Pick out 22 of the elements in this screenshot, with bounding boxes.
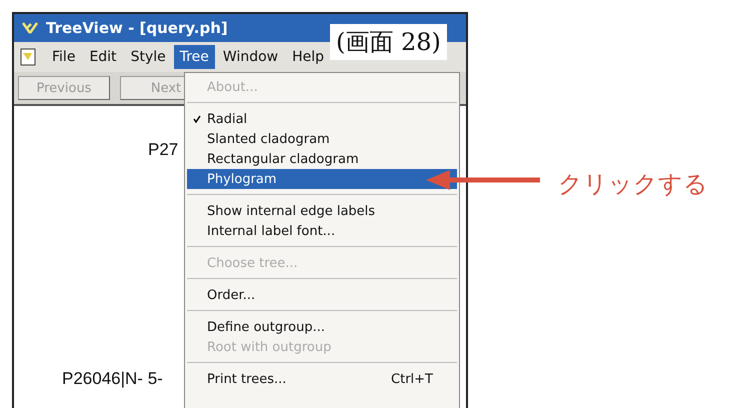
menu-item[interactable]: File [46,45,82,69]
document-icon[interactable] [20,48,36,66]
menu-item[interactable]: Window [216,45,284,69]
menu-option[interactable]: Show internal edge labels [187,201,457,221]
menu-option[interactable]: Phylogram [187,169,457,189]
menu-option[interactable]: Define outgroup... [187,317,457,337]
leaf-label: P27 [148,140,178,160]
menu-item[interactable]: Style [124,45,172,69]
menu-item[interactable]: Edit [83,45,123,69]
menu-option[interactable]: Slanted cladogram [187,129,457,149]
menu-option[interactable]: Print trees... Ctrl+T [187,369,457,389]
menu-option[interactable]: Radial [187,109,457,129]
menu-option[interactable]: Internal label font... [187,221,457,241]
annotation-text: クリックする [558,169,708,200]
menu-option[interactable]: Rectangular cladogram [187,149,457,169]
tree-logo-icon [22,21,40,35]
menu-item[interactable]: Help [286,45,330,69]
leaf-label: P26046|N- 5- [62,369,163,389]
window-title: TreeView - [query.ph] [46,19,228,37]
figure-caption: (画面 28) [330,24,447,60]
menu-option[interactable]: Order... [187,285,457,305]
menu-item[interactable]: Tree [174,45,215,69]
